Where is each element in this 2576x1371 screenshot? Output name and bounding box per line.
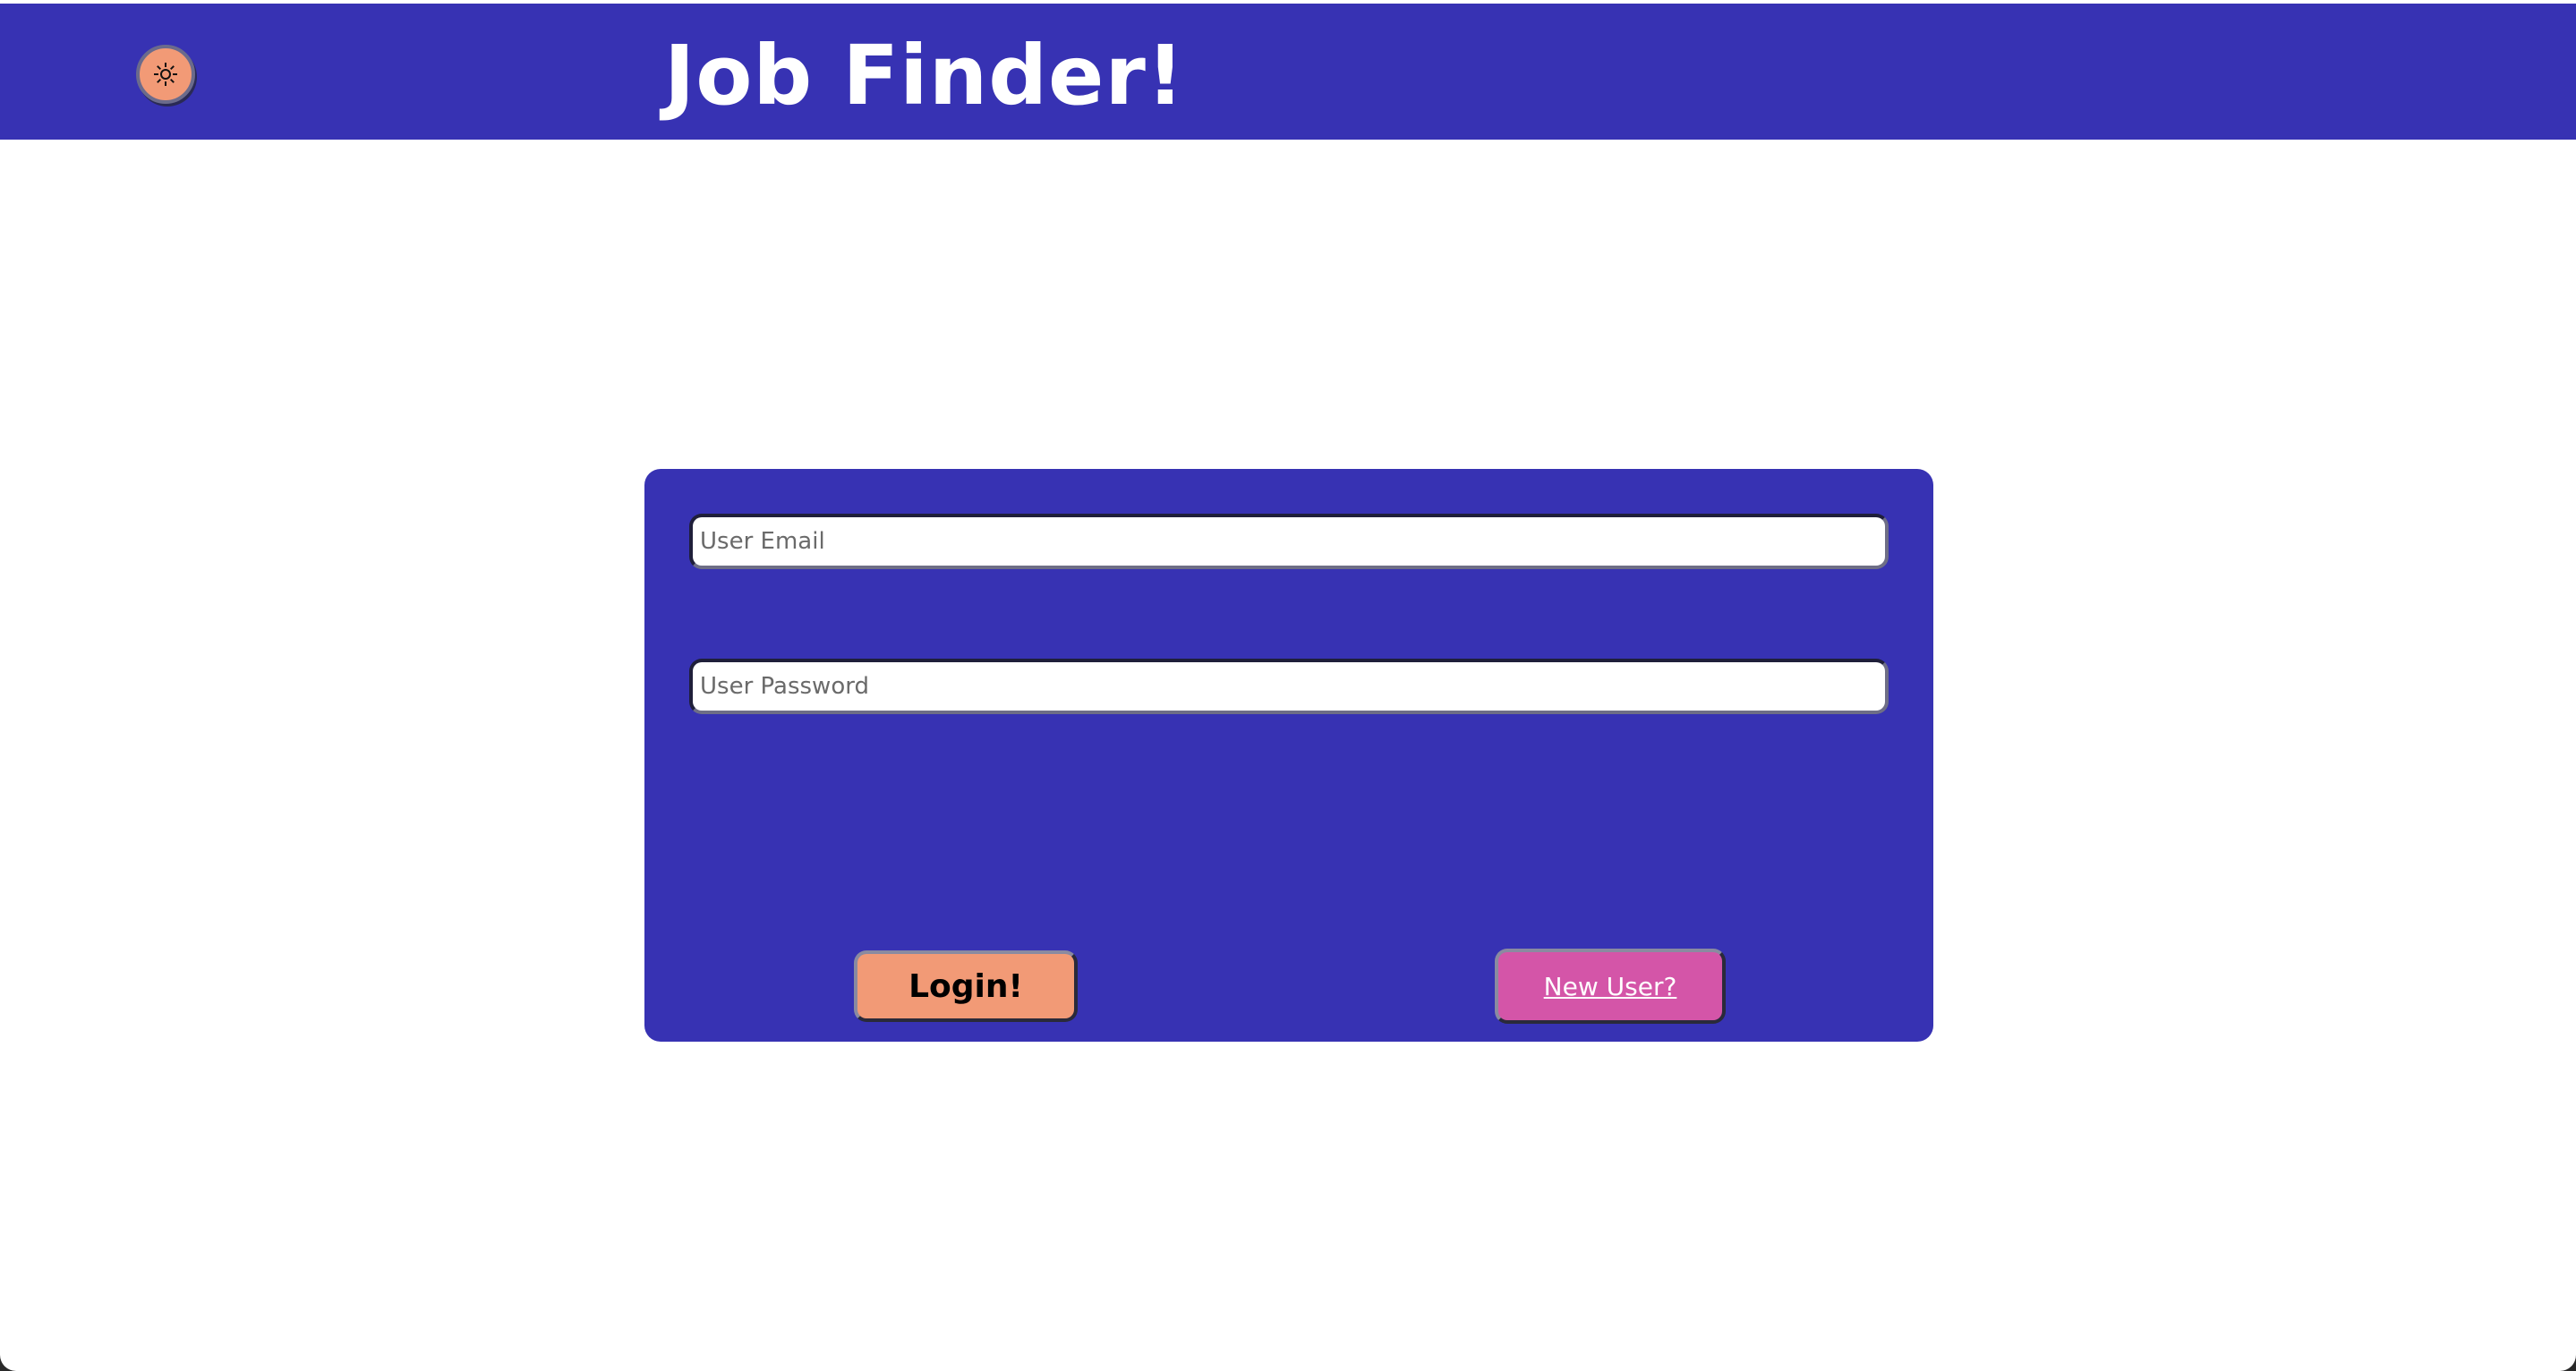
page: Job Finder! Login! New User? [0, 0, 2576, 1371]
app-header: Job Finder! [0, 4, 2576, 140]
email-field[interactable] [689, 514, 1889, 569]
login-form: Login! New User? [644, 469, 1933, 1042]
app-title: Job Finder! [664, 28, 1185, 123]
theme-toggle-button[interactable] [136, 45, 195, 104]
new-user-button[interactable]: New User? [1495, 949, 1726, 1024]
login-button[interactable]: Login! [854, 950, 1078, 1022]
sun-icon [154, 63, 177, 86]
password-field[interactable] [689, 659, 1889, 714]
